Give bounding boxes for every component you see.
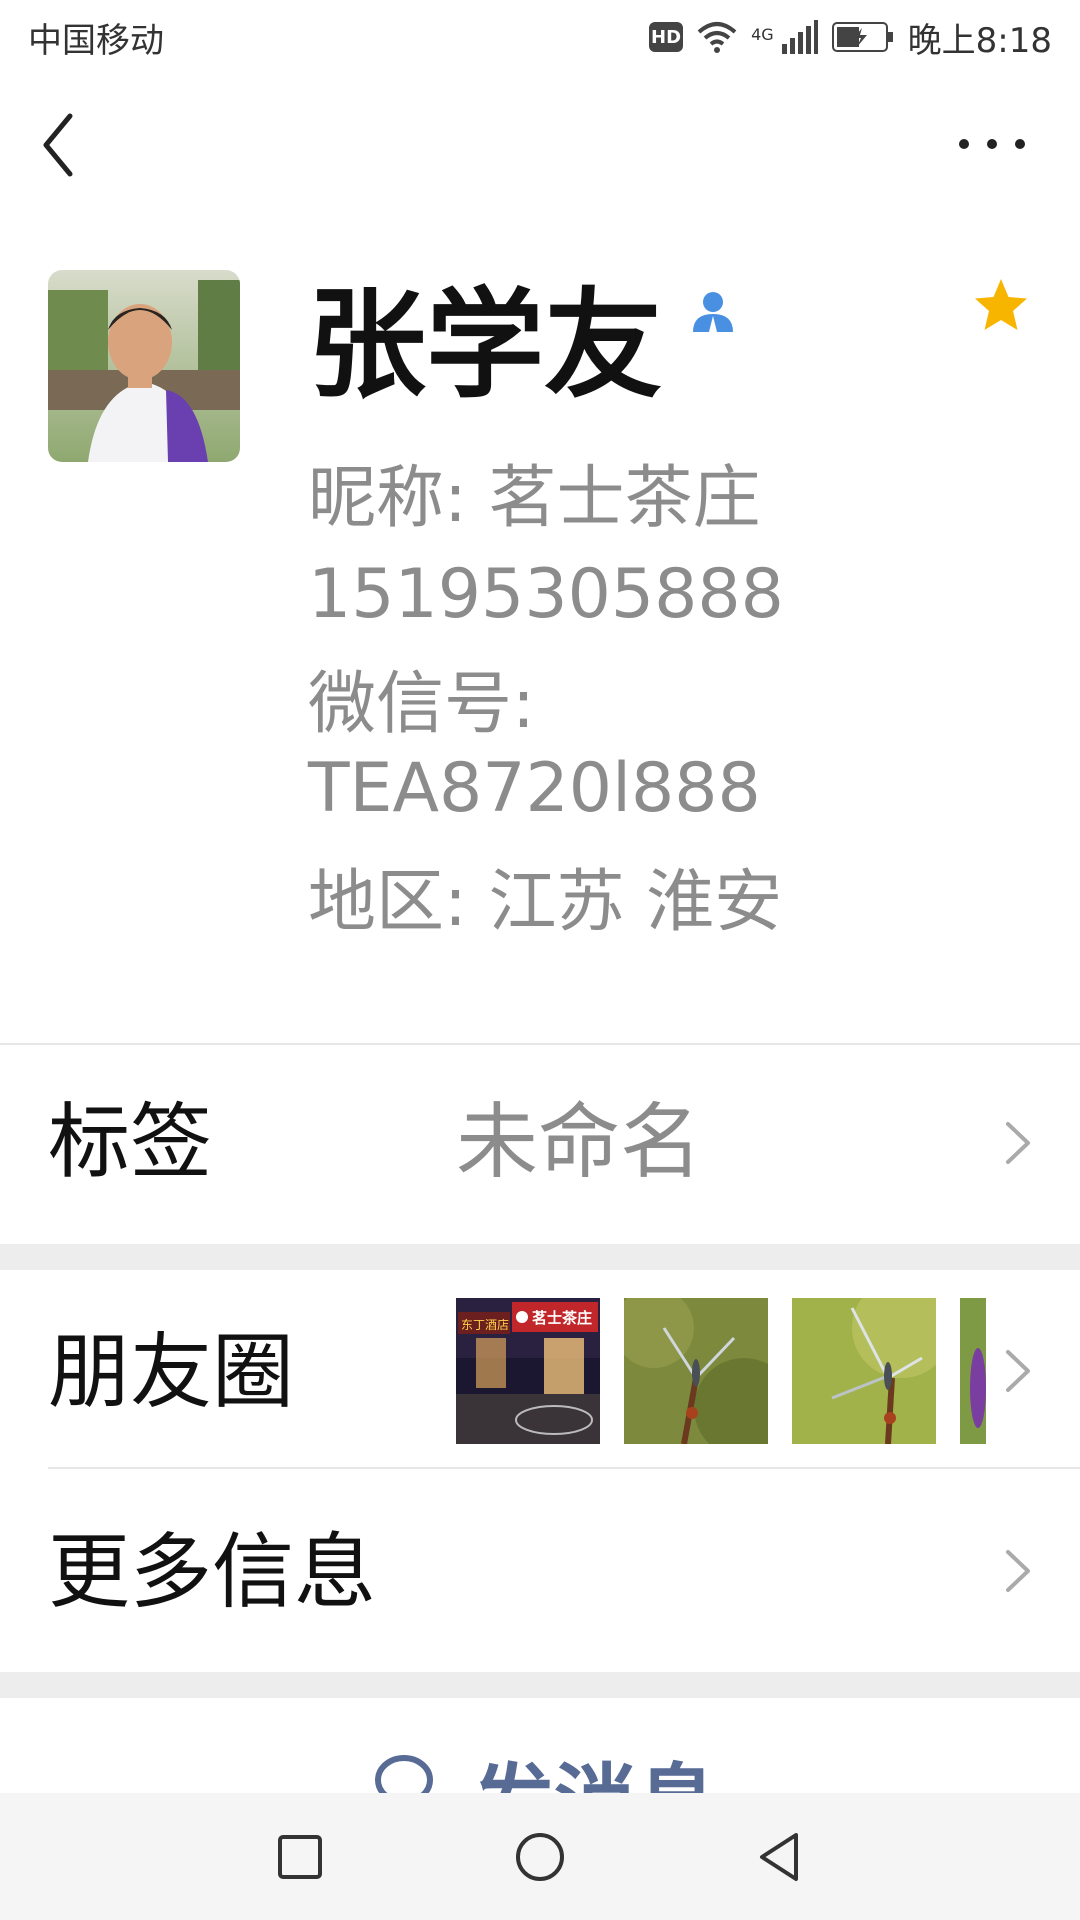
more-info-label: 更多信息 xyxy=(48,1525,377,1620)
nickname-line: 昵称: 茗士茶庄 xyxy=(308,459,761,538)
carrier-label: 中国移动 xyxy=(28,20,164,61)
tags-value: 未命名 xyxy=(456,1095,703,1190)
region-line: 地区: 江苏 淮安 xyxy=(308,863,783,942)
section-gap xyxy=(0,1244,1080,1270)
top-nav xyxy=(0,74,1080,214)
avatar-photo xyxy=(48,270,240,462)
contact-badge-icon xyxy=(693,292,733,332)
status-bar: 中国移动 HD 4G 晚上8:18 xyxy=(0,0,1080,74)
status-icons: HD 4G 晚上8:18 xyxy=(649,13,1052,62)
network-type: 4G xyxy=(751,24,774,44)
send-message-button[interactable]: 发消息 xyxy=(0,1700,1080,1795)
wechat-id-value: TEA8720l888 xyxy=(308,749,761,828)
moments-thumb xyxy=(960,1298,986,1444)
chevron-right-icon xyxy=(1006,1122,1030,1164)
battery-icon xyxy=(831,22,893,52)
system-nav-bar xyxy=(0,1793,1080,1920)
more-dots-icon[interactable] xyxy=(952,124,1032,164)
chevron-right-icon xyxy=(1006,1350,1030,1392)
shop-sign-right: 茗士茶庄 xyxy=(532,1309,592,1327)
moments-thumb: 东丁酒店 茗士茶庄 xyxy=(456,1298,600,1444)
section-gap xyxy=(0,1672,1080,1698)
divider xyxy=(0,1043,1080,1045)
moments-thumbnails: 东丁酒店 茗士茶庄 xyxy=(456,1298,986,1444)
wechat-id-label: 微信号: xyxy=(308,665,535,744)
clock: 晚上8:18 xyxy=(907,20,1052,61)
chevron-right-icon xyxy=(1006,1550,1030,1592)
star-icon[interactable] xyxy=(972,276,1030,334)
back-triangle-icon[interactable] xyxy=(748,1825,812,1889)
send-message-label: 发消息 xyxy=(472,1736,718,1795)
moments-label: 朋友圈 xyxy=(48,1325,295,1420)
home-icon[interactable] xyxy=(508,1825,572,1889)
signal-icon xyxy=(781,20,818,54)
moments-thumb xyxy=(624,1298,768,1444)
contact-name: 张学友 xyxy=(308,276,663,414)
contact-profile-screen: 中国移动 HD 4G 晚上8:18 张学友 昵称: 茗士茶庄 151953058… xyxy=(0,0,1080,1920)
avatar[interactable] xyxy=(48,270,240,462)
divider xyxy=(48,1467,1080,1469)
wifi-icon xyxy=(697,22,737,53)
phone-number[interactable]: 15195305888 xyxy=(308,557,784,633)
shop-sign-left: 东丁酒店 xyxy=(461,1318,509,1332)
back-arrow-icon[interactable] xyxy=(36,110,96,180)
recent-apps-icon[interactable] xyxy=(268,1825,332,1889)
moments-thumb xyxy=(792,1298,936,1444)
tags-label: 标签 xyxy=(48,1095,213,1190)
chat-bubble-icon xyxy=(375,1755,433,1795)
hd-icon: HD xyxy=(649,22,684,52)
